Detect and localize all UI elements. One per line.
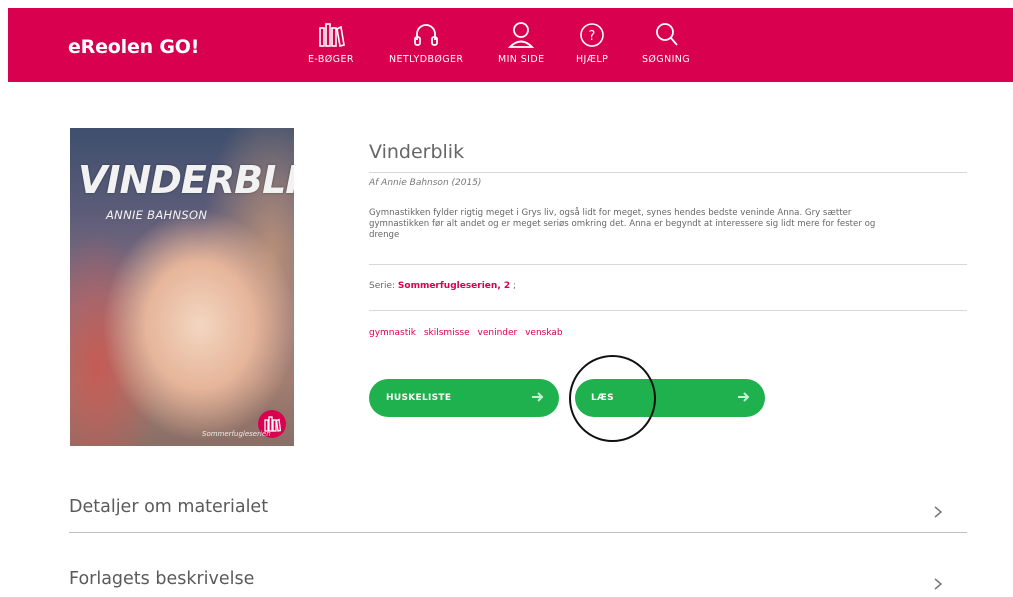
chevron-right-icon xyxy=(934,578,943,590)
subject-tags: gymnastik skilsmisse veninder venskab xyxy=(369,328,568,338)
cover-title: VINDERBLIK xyxy=(78,158,294,202)
series-suffix: ; xyxy=(513,281,517,291)
series-info: Serie: Sommerfugleserien, 2 ; xyxy=(369,281,516,291)
subject-tag[interactable]: veninder xyxy=(478,328,518,338)
nav-label: HJÆLP xyxy=(576,54,609,65)
subject-tag[interactable]: venskab xyxy=(525,328,563,338)
nav-label: SØGNING xyxy=(642,54,691,65)
help-icon: ? xyxy=(580,23,604,47)
svg-text:?: ? xyxy=(589,29,596,44)
nav-netlydboger[interactable]: NETLYDBØGER xyxy=(389,20,463,76)
accordion-details[interactable]: Detaljer om materialet xyxy=(69,497,967,533)
book-cover-image[interactable]: VINDERBLIK ANNIE BAHNSON Sommerfugleseri… xyxy=(70,128,294,446)
nav-label: MIN SIDE xyxy=(498,54,545,65)
laes-button[interactable]: LÆS xyxy=(575,379,765,417)
cover-author: ANNIE BAHNSON xyxy=(106,208,208,222)
accordion-label: Detaljer om materialet xyxy=(69,497,269,517)
laes-label: LÆS xyxy=(591,393,614,403)
user-icon xyxy=(508,22,535,48)
arrow-right-icon xyxy=(532,392,544,402)
divider xyxy=(369,310,967,311)
divider xyxy=(369,264,967,265)
headphones-icon xyxy=(414,24,439,46)
top-navigation-bar: eReolen GO! E-BØGER NETLYDBØGER MIN SIDE… xyxy=(8,8,1013,82)
ereolen-go-logo[interactable]: eReolen GO! xyxy=(68,36,199,58)
chevron-right-icon xyxy=(934,506,943,518)
nav-label: E-BØGER xyxy=(308,54,354,65)
search-icon xyxy=(656,23,678,46)
series-link[interactable]: Sommerfugleserien, 2 xyxy=(398,281,510,291)
cover-series-mark: Sommerfugleserien xyxy=(202,430,271,438)
divider xyxy=(69,532,967,533)
nav-e-boger[interactable]: E-BØGER xyxy=(308,20,354,76)
series-prefix: Serie: xyxy=(369,281,396,291)
arrow-right-icon xyxy=(738,392,750,402)
accordion-label: Forlagets beskrivelse xyxy=(69,569,255,589)
huskeliste-button[interactable]: HUSKELISTE xyxy=(369,379,559,417)
nav-sogning[interactable]: SØGNING xyxy=(642,20,690,76)
nav-hjaelp[interactable]: ? HJÆLP xyxy=(576,20,608,76)
huskeliste-label: HUSKELISTE xyxy=(386,393,452,403)
nav-label: NETLYDBØGER xyxy=(389,54,464,65)
nav-min-side[interactable]: MIN SIDE xyxy=(498,20,544,76)
accordion-publisher-description[interactable]: Forlagets beskrivelse xyxy=(69,569,967,597)
books-icon xyxy=(319,23,345,47)
divider xyxy=(369,172,967,173)
book-title: Vinderblik xyxy=(369,141,465,163)
subject-tag[interactable]: gymnastik xyxy=(369,328,416,338)
book-byline: Af Annie Bahnson (2015) xyxy=(369,178,482,188)
subject-tag[interactable]: skilsmisse xyxy=(424,328,470,338)
book-description: Gymnastikken fylder rigtig meget i Grys … xyxy=(369,208,876,240)
